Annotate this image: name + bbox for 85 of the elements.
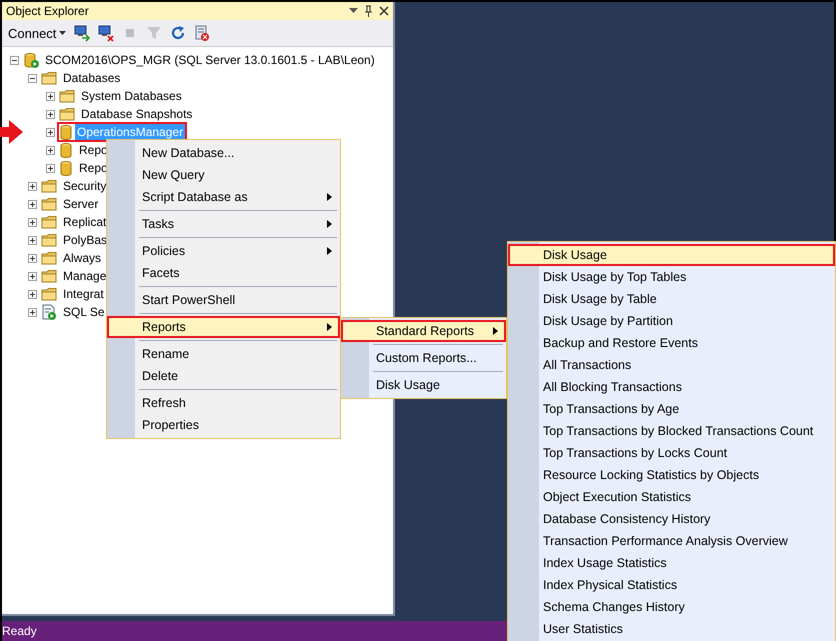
menu-item[interactable]: Disk Usage by Table xyxy=(508,288,835,310)
menu-item[interactable]: All Blocking Transactions xyxy=(508,376,835,398)
tree-item[interactable]: Replicat xyxy=(61,214,108,230)
menu-item[interactable]: Transaction Performance Analysis Overview xyxy=(508,530,835,552)
menu-item[interactable]: Object Execution Statistics xyxy=(508,486,835,508)
tree-item[interactable]: Integrat xyxy=(61,286,106,302)
collapse-icon[interactable] xyxy=(28,74,37,82)
folder-icon xyxy=(59,88,75,104)
collapse-icon[interactable] xyxy=(10,56,19,64)
menu-item[interactable]: Reports xyxy=(107,316,340,338)
connect-icon[interactable] xyxy=(73,24,92,42)
tree-item[interactable]: SQL Se xyxy=(61,304,107,320)
database-icon xyxy=(59,142,73,158)
expand-icon[interactable] xyxy=(46,92,55,100)
panel-title: Object Explorer xyxy=(6,4,90,18)
database-icon xyxy=(59,160,73,176)
menu-item[interactable]: All Transactions xyxy=(508,354,835,376)
status-text: Ready xyxy=(2,624,37,638)
folder-icon xyxy=(59,106,75,122)
menu-item[interactable]: Script Database as xyxy=(107,186,340,208)
tree-item[interactable]: Server xyxy=(61,196,100,212)
menu-item[interactable]: Custom Reports... xyxy=(341,347,506,369)
tree-item[interactable]: PolyBas xyxy=(61,232,110,248)
menu-item[interactable]: Facets xyxy=(107,262,340,284)
caret-icon xyxy=(59,31,66,35)
menu-item[interactable]: Disk Usage xyxy=(508,244,835,266)
expand-icon[interactable] xyxy=(28,218,37,226)
expand-icon[interactable] xyxy=(46,110,55,118)
tree-item[interactable]: Security xyxy=(61,178,108,194)
tree-item[interactable]: SCOM2016\OPS_MGR (SQL Server 13.0.1601.5 - LAB\Leon) xyxy=(43,52,377,68)
menu-item[interactable]: Backup and Restore Events xyxy=(508,332,835,354)
menu-item[interactable]: Index Physical Statistics xyxy=(508,574,835,596)
disconnect-icon[interactable] xyxy=(97,24,116,42)
menu-item[interactable]: Policies xyxy=(107,240,340,262)
folder-icon xyxy=(41,268,57,284)
expand-icon[interactable] xyxy=(28,182,37,190)
menu-item[interactable]: Resource Locking Statistics by Objects xyxy=(508,464,835,486)
folder-icon xyxy=(41,178,57,194)
tree-item[interactable]: System Databases xyxy=(79,88,184,104)
folder-icon xyxy=(41,286,57,302)
folder-icon xyxy=(41,250,57,266)
menu-item[interactable]: Schema Changes History xyxy=(508,596,835,618)
menu-item[interactable]: User Statistics xyxy=(508,618,835,640)
menu-item[interactable]: Top Transactions by Blocked Transactions Count xyxy=(508,420,835,442)
server-icon xyxy=(23,52,39,68)
script-icon[interactable] xyxy=(193,24,212,42)
expand-icon[interactable] xyxy=(28,254,37,262)
expand-icon[interactable] xyxy=(28,236,37,244)
expand-icon[interactable] xyxy=(28,272,37,280)
connect-button[interactable]: Connect xyxy=(6,26,68,40)
tree-item[interactable]: Always xyxy=(61,250,104,266)
folder-icon xyxy=(41,214,57,230)
expand-icon[interactable] xyxy=(28,290,37,298)
menu-item[interactable]: Disk Usage by Top Tables xyxy=(508,266,835,288)
menu-item[interactable]: New Query xyxy=(107,164,340,186)
folder-icon xyxy=(41,70,57,86)
database-icon xyxy=(59,124,73,140)
folder-icon xyxy=(41,196,57,212)
menu-item[interactable]: Delete xyxy=(107,365,340,387)
expand-icon[interactable] xyxy=(28,200,37,208)
menu-item[interactable]: Disk Usage xyxy=(341,374,506,396)
expand-icon[interactable] xyxy=(46,164,55,172)
dropdown-icon[interactable] xyxy=(349,8,358,14)
agent-icon xyxy=(41,304,57,320)
menu-item[interactable]: Refresh xyxy=(107,392,340,414)
menu-item[interactable]: Disk Usage by Partition xyxy=(508,310,835,332)
pin-icon[interactable] xyxy=(364,5,373,17)
close-icon[interactable] xyxy=(379,6,389,16)
folder-icon xyxy=(41,232,57,248)
tree-item[interactable]: Databases xyxy=(61,70,122,86)
menu-item[interactable]: Top Transactions by Age xyxy=(508,398,835,420)
expand-icon[interactable] xyxy=(46,146,55,154)
menu-item[interactable]: New Database... xyxy=(107,142,340,164)
menu-item[interactable]: Standard Reports xyxy=(341,320,506,342)
menu-item[interactable]: Index Usage Statistics xyxy=(508,552,835,574)
menu-item[interactable]: Top Transactions by Locks Count xyxy=(508,442,835,464)
menu-item[interactable]: Database Consistency History xyxy=(508,508,835,530)
menu-item[interactable]: Rename xyxy=(107,343,340,365)
tree-item[interactable]: Database Snapshots xyxy=(79,106,194,122)
expand-icon[interactable] xyxy=(46,128,55,136)
expand-icon[interactable] xyxy=(28,308,37,316)
menu-item[interactable]: Properties xyxy=(107,414,340,436)
tree-item[interactable]: Manage xyxy=(61,268,108,284)
menu-item[interactable]: Tasks xyxy=(107,213,340,235)
menu-item[interactable]: Start PowerShell xyxy=(107,289,340,311)
